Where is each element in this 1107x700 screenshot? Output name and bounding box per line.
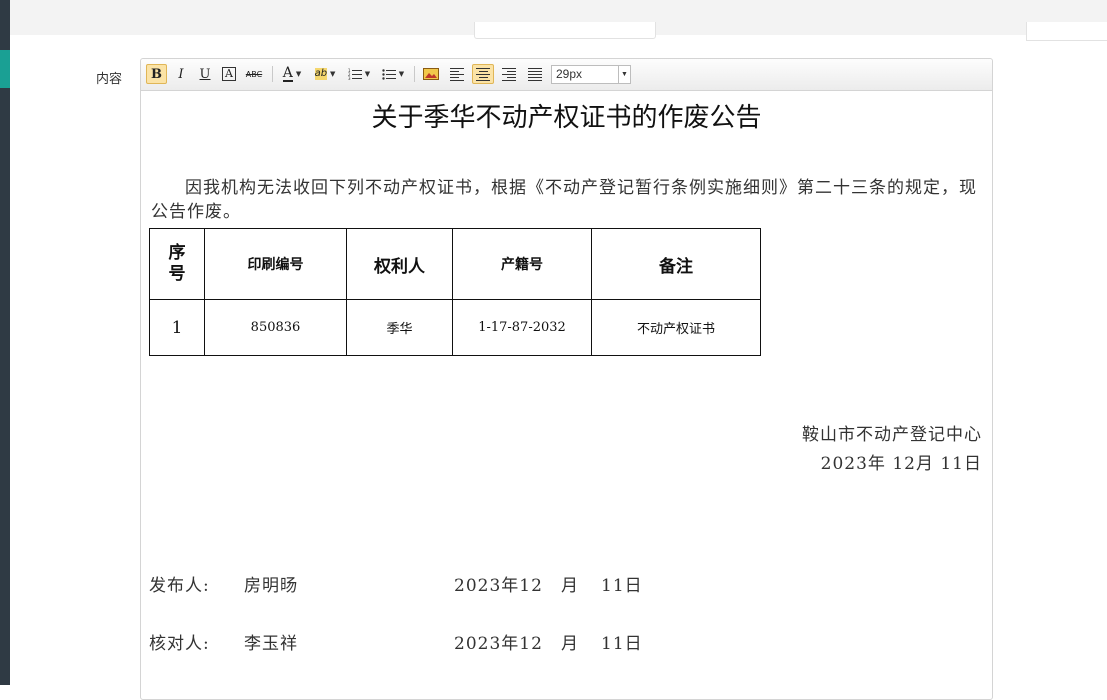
table-cell: 不动产权证书: [591, 299, 761, 356]
table-header-cell: 印刷编号: [204, 228, 347, 300]
chevron-down-icon: ▼: [398, 70, 405, 78]
image-icon: [423, 68, 439, 80]
left-nav-rail: [0, 0, 10, 685]
issuing-organization: 鞍山市不动产登记中心: [802, 425, 982, 445]
chevron-down-icon: ▼: [330, 70, 336, 78]
signoff-date: 2023年 12月 11日: [820, 454, 982, 474]
signature-date-year: 2023年12: [454, 576, 543, 596]
table-row: 1 850836 季华 1-17-87-2032 不动产权证书: [149, 299, 761, 356]
font-color-icon: A: [282, 65, 293, 82]
toolbar-separator: [414, 66, 415, 82]
align-justify-button[interactable]: [524, 64, 546, 84]
table-header-cell: 产籍号: [452, 228, 592, 300]
certificate-table: 序号 印刷编号 权利人 产籍号 备注 1 850836 季华 1-17-87-2…: [149, 228, 761, 356]
rich-text-editor[interactable]: B I U A ABC A ▼ ab ▼ 1 2 3 ▼ ▼ 29px ▼ 关于…: [140, 58, 993, 700]
align-left-icon: [450, 67, 464, 81]
signature-name: 房明旸: [244, 576, 298, 596]
top-input-edge[interactable]: [474, 22, 656, 39]
ordered-list-icon: 123: [348, 68, 362, 80]
table-header-row: 序号 印刷编号 权利人 产籍号 备注: [149, 228, 761, 300]
font-border-icon: A: [222, 67, 236, 81]
unordered-list-icon: [382, 69, 396, 80]
table-header-cell: 序号: [149, 228, 205, 300]
chevron-down-icon: ▼: [295, 70, 302, 78]
align-left-button[interactable]: [446, 64, 468, 84]
signature-date-month: 月: [561, 634, 579, 654]
highlight-button[interactable]: ab ▼: [310, 64, 340, 84]
table-header-cell: 备注: [591, 228, 761, 300]
font-color-button[interactable]: A ▼: [278, 64, 306, 84]
table-cell: 1: [149, 299, 205, 356]
editor-toolbar: B I U A ABC A ▼ ab ▼ 1 2 3 ▼ ▼ 29px ▼: [141, 59, 992, 91]
font-size-select[interactable]: 29px ▼: [551, 65, 631, 84]
signature-role: 发布人:: [149, 576, 210, 596]
document-intro: 因我机构无法收回下列不动产权证书，根据《不动产登记暂行条例实施细则》第二十三条的…: [151, 178, 977, 222]
ordered-list-button[interactable]: 1 2 3 ▼: [344, 64, 374, 84]
italic-button[interactable]: I: [171, 64, 191, 84]
align-right-icon: [502, 67, 516, 81]
chevron-down-icon: ▼: [364, 70, 371, 78]
highlight-icon: ab: [314, 68, 328, 80]
document-title: 关于季华不动产权证书的作废公告: [371, 103, 762, 133]
table-cell: 850836: [204, 299, 347, 356]
signature-name: 李玉祥: [244, 634, 298, 654]
left-nav-active-marker[interactable]: [0, 50, 10, 88]
signature-date-day: 11日: [601, 634, 643, 654]
align-justify-icon: [528, 67, 542, 81]
signature-date-year: 2023年12: [454, 634, 543, 654]
strikethrough-button[interactable]: ABC: [242, 64, 266, 84]
signature-role: 核对人:: [149, 634, 210, 654]
font-size-value: 29px: [556, 67, 583, 81]
table-header-cell: 权利人: [346, 228, 453, 300]
svg-text:3: 3: [348, 76, 351, 80]
align-center-button[interactable]: [472, 64, 494, 84]
underline-button[interactable]: U: [195, 64, 215, 84]
table-cell: 1-17-87-2032: [452, 299, 592, 356]
font-border-button[interactable]: A: [219, 64, 239, 84]
top-right-input-edge[interactable]: [1026, 22, 1107, 41]
signature-date-month: 月: [561, 576, 579, 596]
toolbar-separator: [272, 66, 273, 82]
signoff-block: 鞍山市不动产登记中心 2023年 12月 11日: [802, 421, 982, 479]
top-bar: [10, 0, 1107, 41]
chevron-down-icon[interactable]: ▼: [618, 66, 630, 83]
align-right-button[interactable]: [498, 64, 520, 84]
unordered-list-button[interactable]: ▼: [378, 64, 408, 84]
content-field-label: 内容: [96, 71, 123, 86]
insert-image-button[interactable]: [420, 64, 442, 84]
bold-button[interactable]: B: [146, 64, 167, 84]
table-cell: 季华: [346, 299, 453, 356]
signature-date-day: 11日: [601, 576, 643, 596]
align-center-icon: [476, 67, 490, 81]
